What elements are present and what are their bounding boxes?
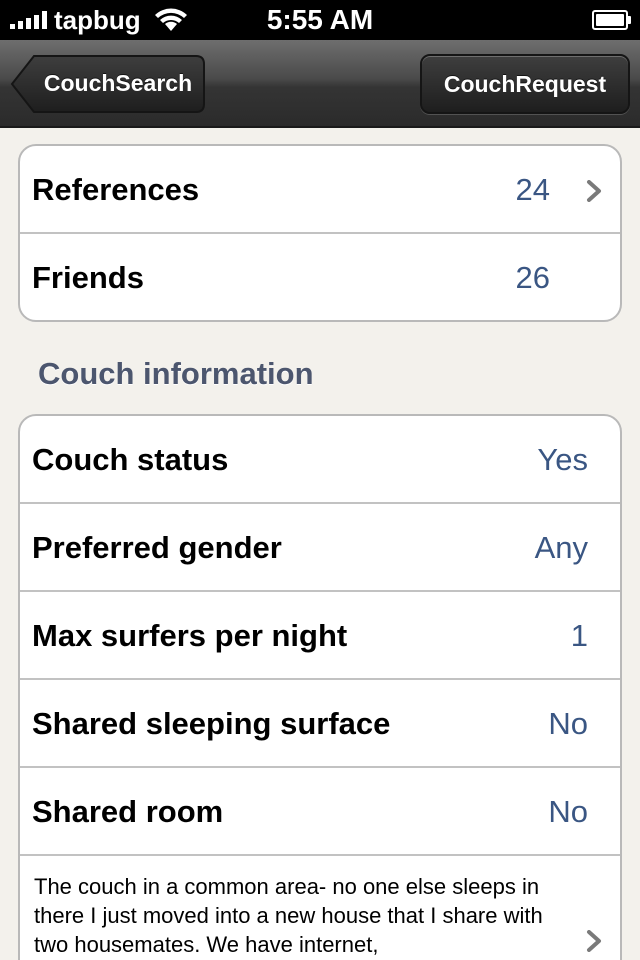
chevron-right-icon [587,180,601,202]
chevron-right-icon [587,930,601,952]
battery-icon [592,10,632,30]
couch-status-value: Yes [537,442,588,477]
couch-description: The couch in a common area- no one else … [34,874,543,957]
back-button[interactable]: CouchSearch [10,54,206,114]
friends-count: 26 [515,260,550,295]
shared-sleeping-surface-row: Shared sleeping surface No [20,680,620,768]
max-surfers-value: 1 [570,618,588,653]
preferred-gender-row: Preferred gender Any [20,504,620,592]
shared-sleeping-surface-label: Shared sleeping surface [32,706,391,741]
couch-description-row[interactable]: The couch in a common area- no one else … [20,856,620,960]
navigation-bar: CouchSearch CouchRequest [0,40,640,128]
stats-group: References 24 Friends 26 [18,144,622,322]
couch-information-header: Couch information [38,356,314,391]
shared-room-row: Shared room No [20,768,620,856]
shared-sleeping-surface-value: No [548,706,588,741]
shared-room-value: No [548,794,588,829]
max-surfers-row: Max surfers per night 1 [20,592,620,680]
couch-status-label: Couch status [32,442,229,477]
friends-row: Friends 26 [20,234,620,320]
couch-status-row: Couch status Yes [20,416,620,504]
back-button-label: CouchSearch [43,70,193,96]
preferred-gender-label: Preferred gender [32,530,282,565]
references-count: 24 [515,172,550,207]
references-label: References [32,172,200,207]
status-bar: tapbug 5:55 AM [0,0,640,40]
references-row[interactable]: References 24 [20,146,620,234]
couch-request-button[interactable]: CouchRequest [420,54,630,114]
preferred-gender-value: Any [534,530,588,565]
friends-label: Friends [32,260,144,295]
shared-room-label: Shared room [32,794,224,829]
couch-information-group: Couch status Yes Preferred gender Any Ma… [18,414,622,960]
max-surfers-label: Max surfers per night [32,618,348,653]
status-time: 5:55 AM [266,4,374,35]
